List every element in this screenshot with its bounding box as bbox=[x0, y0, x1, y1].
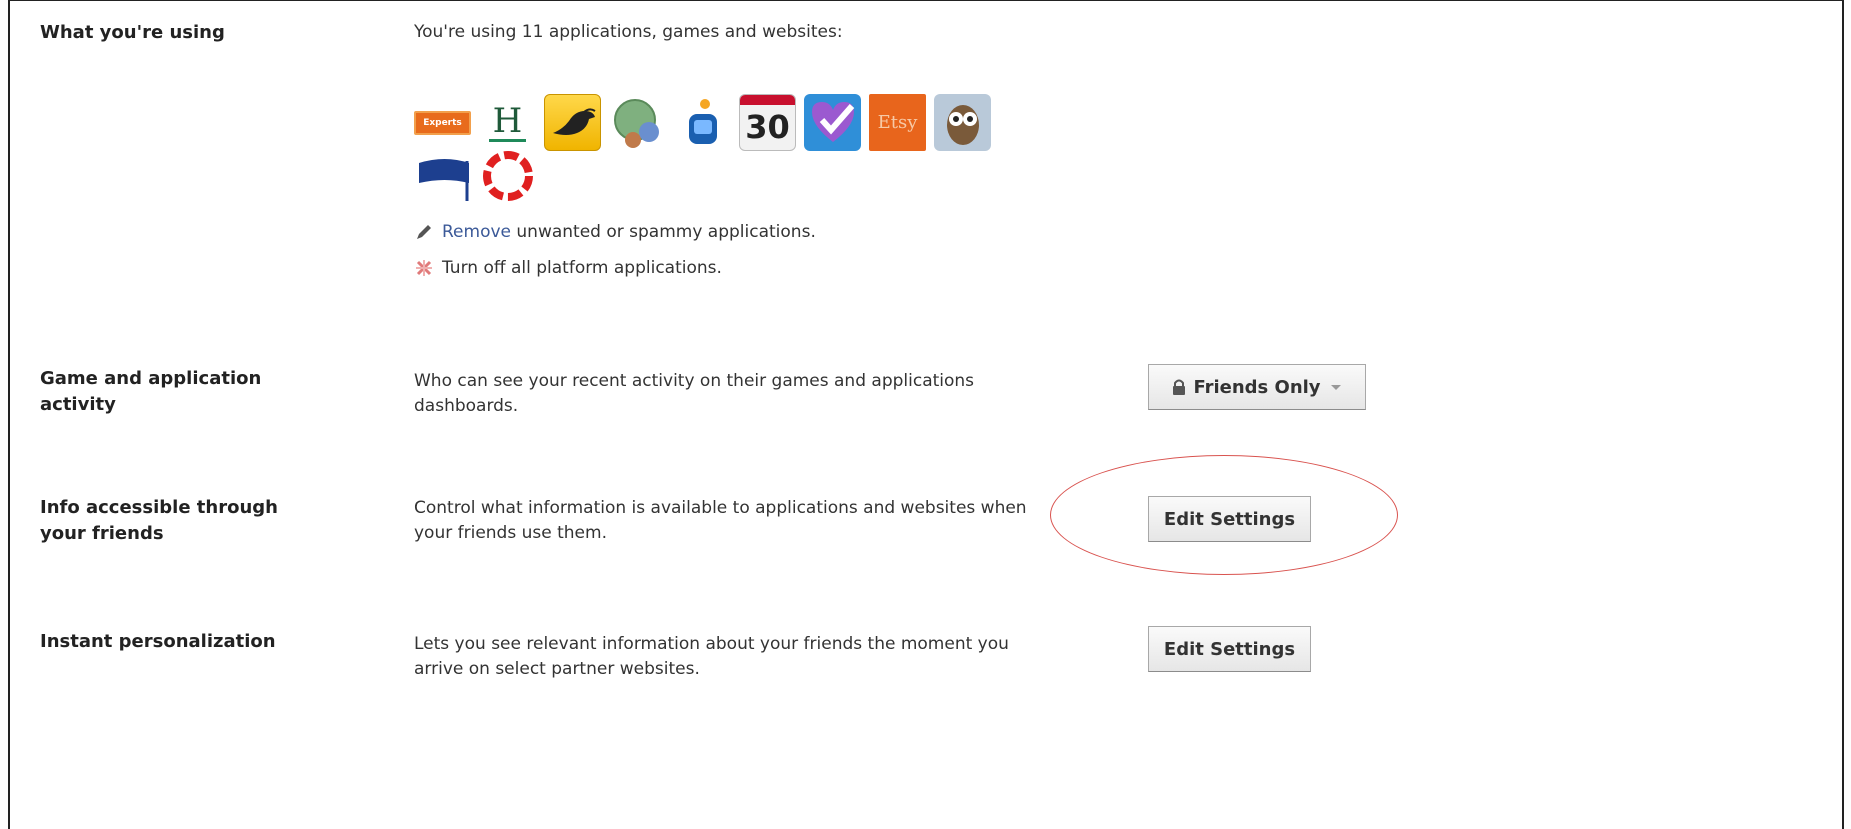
bird-app-icon[interactable] bbox=[544, 94, 601, 151]
turn-off-link[interactable]: Turn off bbox=[442, 258, 506, 278]
tv-app-icon[interactable] bbox=[674, 94, 731, 151]
edit-settings-instant-button[interactable]: Edit Settings bbox=[1148, 626, 1311, 672]
owl-icon bbox=[946, 104, 979, 145]
chevron-down-icon bbox=[1330, 385, 1341, 390]
game-activity-desc: Who can see your recent activity on thei… bbox=[414, 371, 975, 416]
globe-people-app-icon[interactable] bbox=[609, 94, 666, 151]
apps-count-text: You're using 11 applications, games and … bbox=[414, 22, 843, 42]
remove-rest-text: unwanted or spammy applications. bbox=[511, 222, 816, 242]
red-ring-app-icon[interactable] bbox=[479, 147, 536, 204]
instant-personalization-desc: Lets you see relevant information about … bbox=[414, 634, 1009, 679]
owl-app-icon[interactable] bbox=[934, 94, 991, 151]
turn-off-rest-text: all platform applications. bbox=[505, 258, 722, 278]
bird-icon bbox=[552, 107, 596, 135]
heart-check-icon bbox=[811, 101, 854, 142]
what-youre-using-label: What you're using bbox=[40, 22, 225, 43]
h-app-icon[interactable]: H bbox=[479, 94, 536, 151]
remove-apps-line: Remove unwanted or spammy applications. bbox=[414, 222, 816, 242]
pencil-icon bbox=[417, 225, 431, 239]
instant-personalization-label: Instant personalization bbox=[40, 631, 276, 652]
friends-only-label: Friends Only bbox=[1193, 376, 1321, 398]
calendar-app-icon[interactable]: 30 bbox=[739, 94, 796, 151]
app-icons-row-2 bbox=[414, 147, 536, 204]
etsy-app-icon[interactable]: Etsy bbox=[869, 94, 926, 151]
tv-icon bbox=[688, 98, 717, 144]
flag-icon bbox=[418, 158, 469, 201]
badge-app-icon[interactable]: Experts bbox=[414, 94, 471, 151]
remove-link[interactable]: Remove bbox=[442, 222, 511, 242]
red-ring-icon bbox=[482, 150, 533, 201]
game-activity-label: Game and application activity bbox=[40, 368, 262, 415]
friends-only-dropdown[interactable]: Friends Only bbox=[1148, 364, 1366, 410]
app-icons-row-1: Experts H 30 Etsy bbox=[414, 94, 991, 151]
heart-check-app-icon[interactable] bbox=[804, 94, 861, 151]
platform-off-icon bbox=[416, 260, 432, 276]
lock-icon bbox=[1173, 379, 1186, 395]
edit-settings-friends-button[interactable]: Edit Settings bbox=[1148, 496, 1311, 542]
info-through-friends-label: Info accessible through your friends bbox=[40, 497, 278, 544]
info-through-friends-desc: Control what information is available to… bbox=[414, 498, 1027, 543]
turn-off-apps-line: Turn off all platform applications. bbox=[414, 258, 722, 278]
globe-people-icon bbox=[613, 98, 659, 148]
flag-app-icon[interactable] bbox=[414, 147, 471, 204]
